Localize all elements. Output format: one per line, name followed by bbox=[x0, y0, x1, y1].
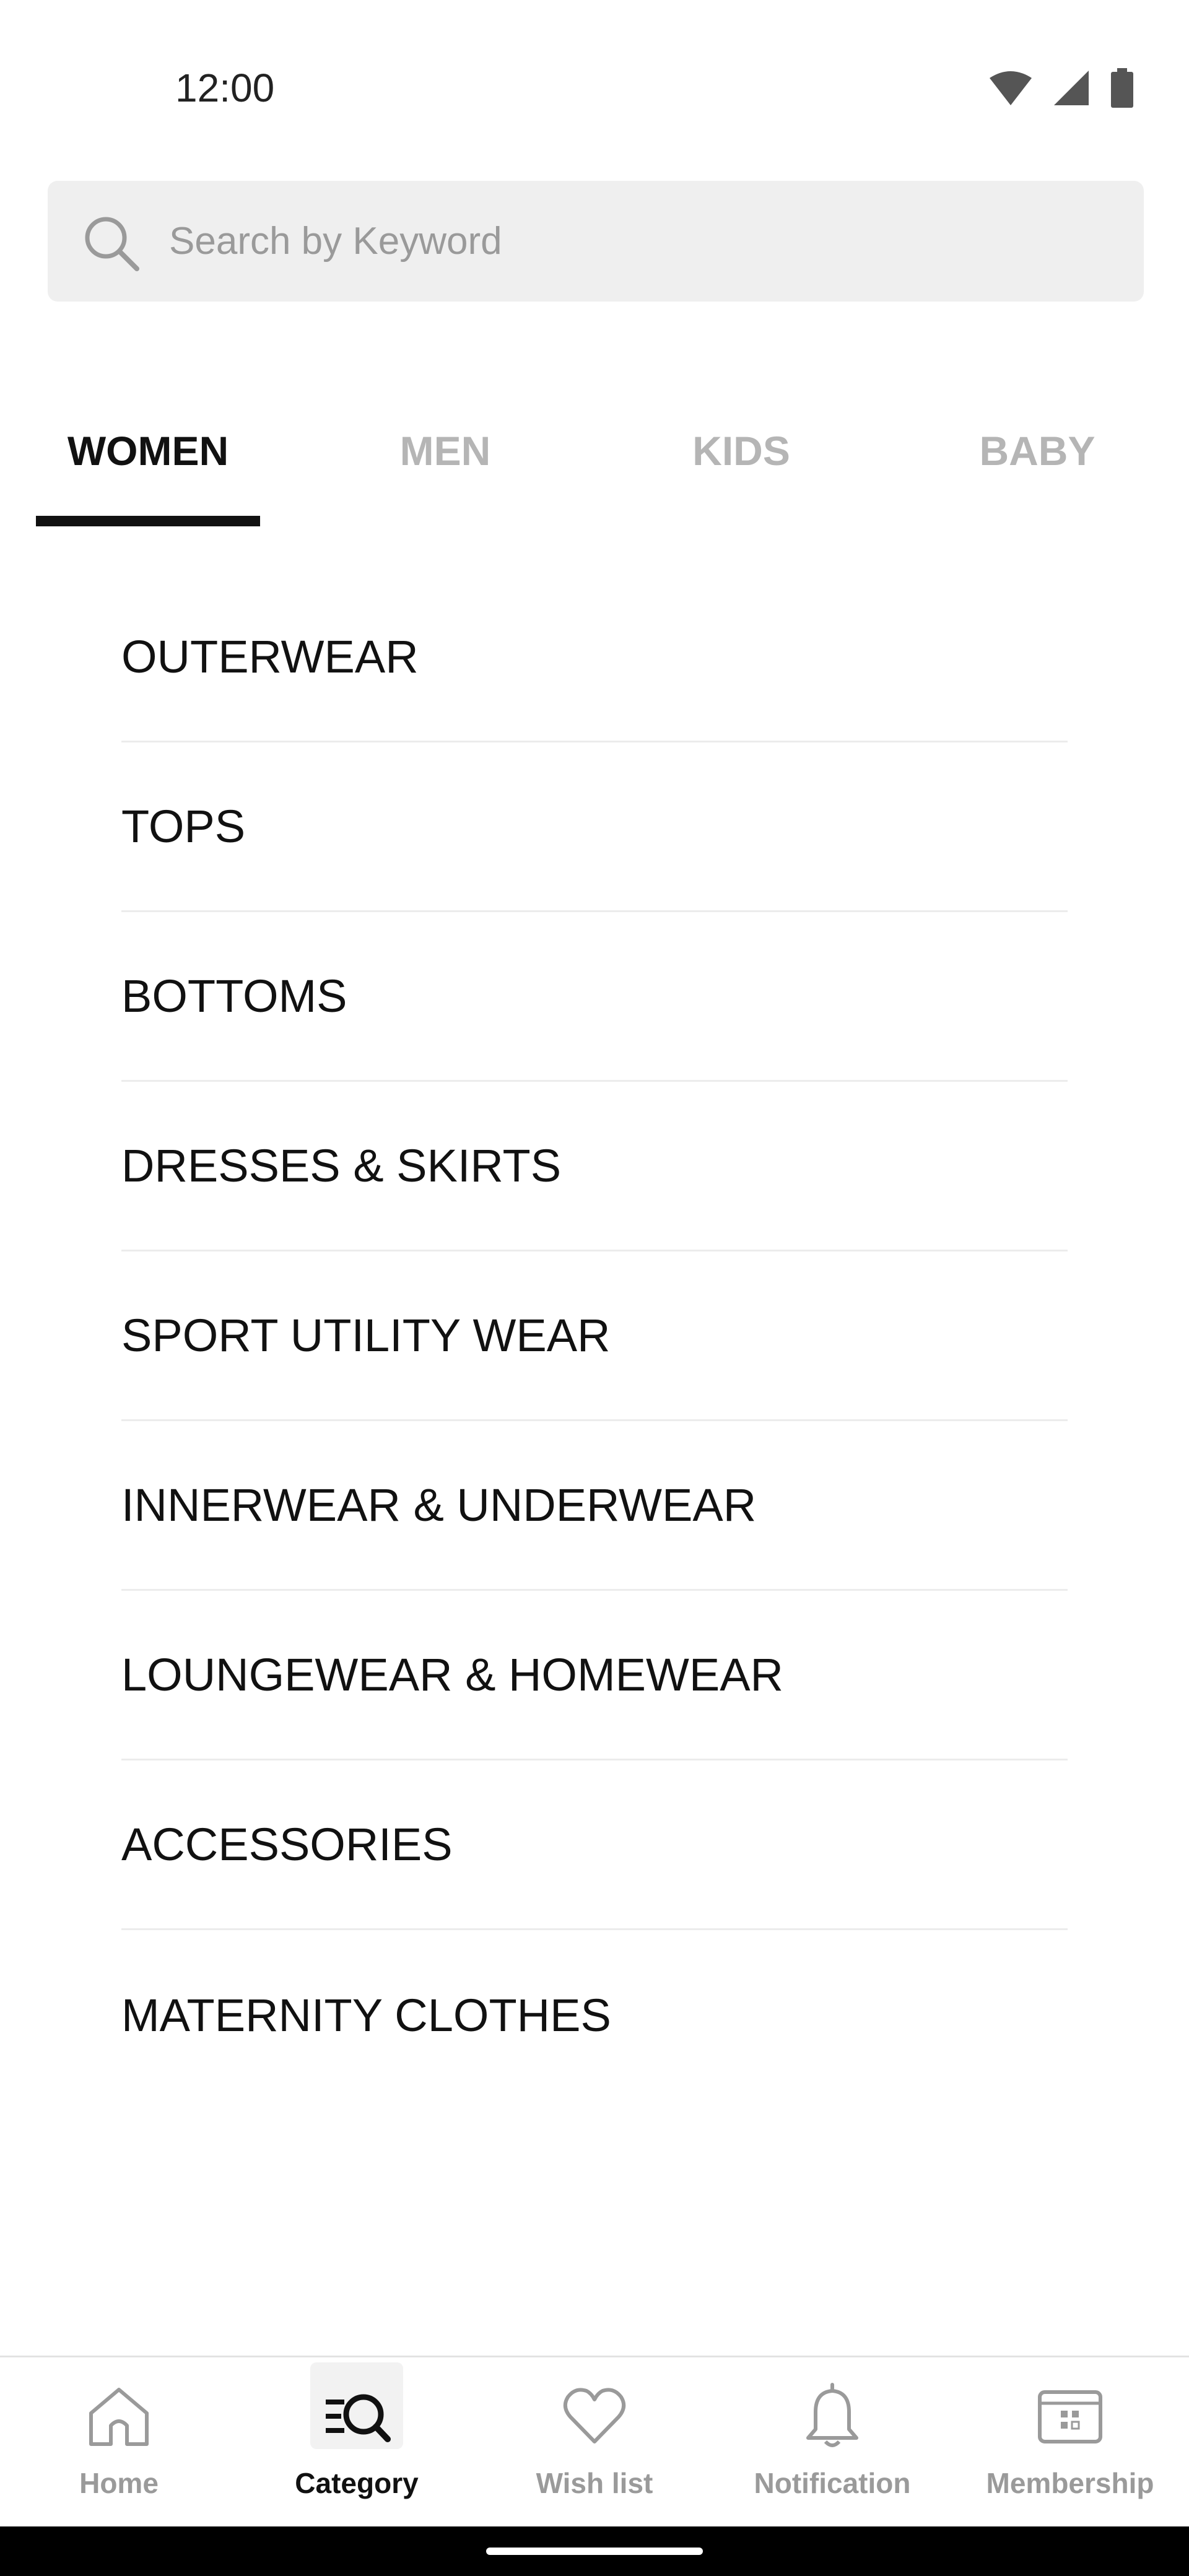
battery-icon bbox=[1111, 68, 1133, 108]
status-icons bbox=[988, 68, 1135, 108]
status-time: 12:00 bbox=[175, 66, 275, 110]
wifi-icon bbox=[990, 71, 1032, 105]
nav-home[interactable]: Home bbox=[0, 2357, 238, 2528]
nav-wishlist[interactable]: Wish list bbox=[476, 2357, 713, 2528]
category-loungewear-homewear[interactable]: LOUNGEWEAR & HOMEWEAR bbox=[121, 1591, 1068, 1760]
nav-wishlist-label: Wish list bbox=[536, 2467, 653, 2499]
bottom-nav: Home Category Wish list Notification Mem… bbox=[0, 2356, 1189, 2526]
nav-notification-label: Notification bbox=[754, 2467, 911, 2499]
tab-women[interactable]: WOMEN bbox=[36, 427, 260, 495]
heart-icon bbox=[563, 2388, 626, 2443]
category-bottoms[interactable]: BOTTOMS bbox=[121, 912, 1068, 1082]
active-tab-indicator bbox=[36, 516, 260, 526]
tab-men[interactable]: MEN bbox=[333, 427, 557, 495]
tab-baby[interactable]: BABY bbox=[925, 427, 1149, 495]
category-outerwear[interactable]: OUTERWEAR bbox=[121, 573, 1068, 742]
system-navigation-bar bbox=[0, 2526, 1189, 2576]
status-bar: 12:00 bbox=[0, 0, 1189, 161]
bell-icon bbox=[806, 2383, 858, 2447]
tab-kids[interactable]: KIDS bbox=[629, 427, 853, 495]
category-screen: 12:00 WOMEN MEN KIDS BABY OU bbox=[0, 0, 1189, 2576]
category-tops[interactable]: TOPS bbox=[121, 742, 1068, 912]
category-dresses-skirts[interactable]: DRESSES & SKIRTS bbox=[121, 1082, 1068, 1251]
nav-notification[interactable]: Notification bbox=[713, 2357, 951, 2528]
nav-membership[interactable]: Membership bbox=[951, 2357, 1189, 2528]
search-bar[interactable] bbox=[48, 181, 1144, 302]
category-list: OUTERWEAR TOPS BOTTOMS DRESSES & SKIRTS … bbox=[121, 573, 1068, 2100]
nav-category-label: Category bbox=[295, 2467, 419, 2499]
membership-card-icon bbox=[1038, 2390, 1102, 2443]
category-innerwear-underwear[interactable]: INNERWEAR & UNDERWEAR bbox=[121, 1421, 1068, 1591]
home-indicator[interactable] bbox=[486, 2548, 703, 2555]
nav-category[interactable]: Category bbox=[238, 2357, 476, 2528]
signal-icon bbox=[1054, 71, 1089, 105]
category-search-icon bbox=[326, 2394, 391, 2442]
category-maternity-clothes[interactable]: MATERNITY CLOTHES bbox=[121, 1930, 1068, 2100]
nav-home-label: Home bbox=[79, 2467, 159, 2499]
home-icon bbox=[89, 2388, 149, 2446]
search-input[interactable] bbox=[169, 181, 1098, 302]
nav-membership-label: Membership bbox=[986, 2467, 1154, 2499]
search-icon bbox=[85, 217, 139, 271]
category-sport-utility-wear[interactable]: SPORT UTILITY WEAR bbox=[121, 1251, 1068, 1421]
gender-tabs: WOMEN MEN KIDS BABY bbox=[0, 384, 1189, 526]
category-accessories[interactable]: ACCESSORIES bbox=[121, 1760, 1068, 1930]
